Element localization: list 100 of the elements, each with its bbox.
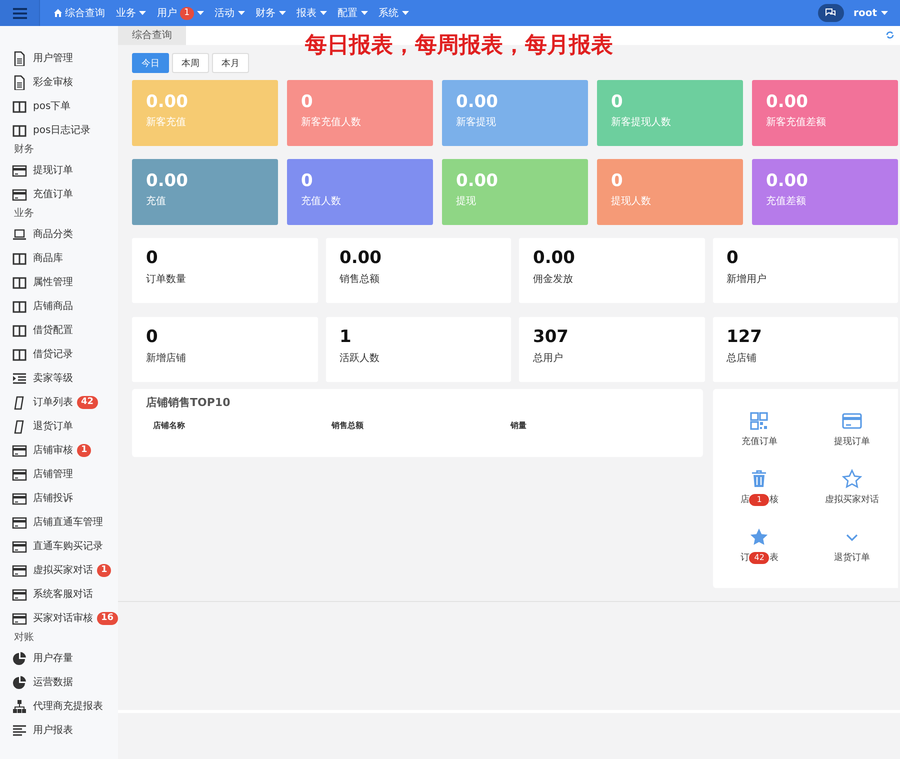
nav-menu-item[interactable]: 系统 [378, 6, 409, 20]
nav-menu-item[interactable]: 业务 [116, 6, 146, 20]
stat-value: 0.00 [533, 248, 576, 268]
stat-label: 订单数量 [146, 272, 187, 286]
doc-icon [12, 74, 27, 90]
sidebar-item[interactable]: 直通车购买记录 [33, 539, 103, 553]
caret-icon [320, 11, 327, 15]
user-menu[interactable]: root [854, 8, 888, 18]
stat-value: 0.00 [766, 92, 809, 112]
card-icon [12, 586, 27, 602]
period-tab[interactable]: 本周 [172, 53, 209, 73]
nav-menu-item[interactable]: 配置 [338, 6, 368, 20]
shortcut-button[interactable]: 退货订单 [806, 527, 898, 567]
stat-value: 0.00 [456, 92, 499, 112]
period-tab[interactable]: 本月 [212, 53, 249, 73]
column-header: 店铺名称 [153, 420, 186, 431]
columns-icon [12, 98, 27, 114]
stat-value: 0 [611, 171, 624, 191]
stat-value: 0.00 [766, 171, 809, 191]
card-icon [12, 562, 27, 578]
nav-menu-item[interactable]: 报表 [296, 6, 327, 20]
sidebar-item[interactable]: 用户管理 [33, 51, 73, 65]
caret-icon [881, 11, 888, 15]
sitemap-icon [12, 698, 27, 714]
nav-menu-item[interactable]: 综合查询 [54, 6, 105, 20]
columns-icon [12, 250, 27, 266]
sidebar-item[interactable]: 店铺直通车管理 [33, 515, 103, 529]
count-badge: 1 [77, 444, 92, 456]
count-badge: 1 [180, 6, 194, 20]
sidebar-item[interactable]: 运营数据 [33, 675, 73, 689]
stat-value: 0 [301, 171, 314, 191]
sidebar-item[interactable]: 退货订单 [33, 419, 73, 433]
sidebar-group-label: 财务 [13, 142, 35, 157]
shortcut-button[interactable]: 提现订单 [806, 411, 898, 451]
sidebar-item[interactable]: 店铺管理 [33, 467, 73, 481]
stat-value: 0 [146, 327, 159, 347]
qrcode-icon [749, 411, 770, 431]
shortcut-button[interactable]: 充值订单 [713, 411, 806, 451]
stat-value: 0 [146, 248, 159, 268]
sidebar-item[interactable]: 商品分类 [33, 227, 73, 241]
count-badge: 42 [749, 552, 770, 564]
sidebar-item[interactable]: 订单列表 [33, 395, 73, 409]
chat-icon [825, 8, 836, 18]
stat-value: 1 [340, 327, 352, 347]
sidebar-item[interactable]: 买家对话审核 [33, 611, 93, 625]
refresh-icon[interactable] [886, 31, 894, 39]
sidebar-item[interactable]: 提现订单 [33, 163, 73, 177]
sidebar-item[interactable]: 借贷配置 [33, 323, 73, 337]
columns-icon [12, 274, 27, 290]
nav-menu-item[interactable]: 财务 [256, 6, 286, 20]
caret-icon [402, 11, 409, 15]
sidebar-item[interactable]: 系统客服对话 [33, 587, 93, 601]
nav-menu-item[interactable]: 用户 1 [157, 6, 204, 20]
stat-value: 0.00 [146, 92, 189, 112]
sidebar-item[interactable]: 代理商充提报表 [33, 699, 103, 713]
sidebar-item[interactable]: 店铺投诉 [33, 491, 73, 505]
chat-button[interactable] [818, 4, 844, 22]
card-icon [12, 442, 27, 458]
shortcut-button[interactable]: 订 42 表 [713, 527, 806, 567]
sidebar-item[interactable]: 卖家等级 [33, 371, 73, 385]
sidebar-item[interactable]: 店铺商品 [33, 299, 73, 313]
stat-value: 127 [726, 327, 763, 347]
card-icon [842, 411, 862, 431]
menu-icon [12, 8, 26, 18]
stat-value: 307 [533, 327, 570, 347]
count-badge: 42 [77, 396, 98, 408]
sidebar-item[interactable]: 用户报表 [33, 723, 73, 737]
stat-label: 提现人数 [611, 195, 652, 208]
pie-icon [12, 650, 27, 666]
menu-button[interactable] [0, 0, 40, 26]
sidebar-item[interactable]: 属性管理 [33, 275, 73, 289]
columns-icon [12, 346, 27, 362]
sidebar-item[interactable]: 用户存量 [33, 651, 73, 665]
column-header: 销量 [510, 420, 528, 431]
sidebar-item[interactable]: 充值订单 [33, 187, 73, 201]
stat-label: 总用户 [533, 352, 564, 365]
stat-label: 充值差额 [766, 194, 807, 208]
stat-label: 提现 [456, 195, 477, 208]
star-icon [749, 527, 770, 547]
shortcut-button[interactable]: 虚拟买家对话 [806, 469, 898, 509]
sidebar-item[interactable]: pos下单 [33, 99, 71, 113]
page-tab[interactable]: 综合查询 [118, 26, 186, 45]
card-icon [12, 490, 27, 506]
nav-menu-item[interactable]: 活动 [214, 6, 245, 20]
stat-label: 新客提现人数 [611, 116, 672, 129]
stat-label: 新增店铺 [146, 352, 187, 365]
sidebar-item[interactable]: 彩金审核 [33, 75, 73, 89]
stat-label: 佣金发放 [533, 273, 574, 286]
stat-value: 0.00 [340, 248, 382, 268]
sidebar-item[interactable]: pos日志记录 [33, 123, 91, 137]
card-icon [12, 538, 27, 554]
sidebar-item[interactable]: 借贷记录 [33, 347, 73, 361]
stat-label: 新客充值人数 [301, 116, 362, 129]
sidebar-group-label: 对账 [13, 630, 35, 645]
sidebar-item[interactable]: 虚拟买家对话 [33, 563, 93, 577]
list-icon [12, 370, 27, 386]
count-badge: 1 [749, 494, 770, 506]
sidebar-item[interactable]: 商品库 [33, 251, 63, 265]
shortcut-button[interactable]: 店 1 核 [713, 469, 806, 509]
sidebar-item[interactable]: 店铺审核 [33, 443, 73, 457]
